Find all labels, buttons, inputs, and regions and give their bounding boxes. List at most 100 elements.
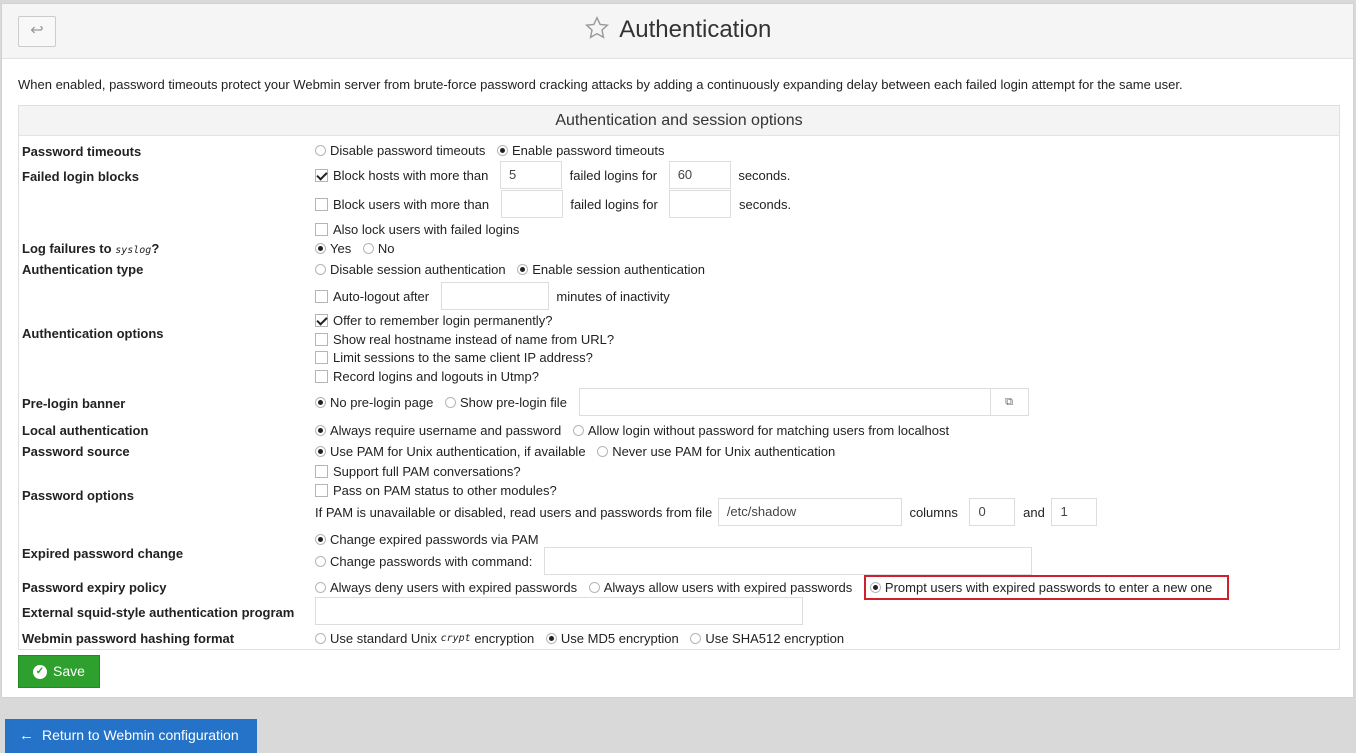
row-pass-pam: Pass on PAM status to other modules? (315, 482, 565, 498)
auto-logout-label: Auto-logout after (333, 288, 430, 304)
row-pre-login-banner: No pre-login page Show pre-login file ⧉ (315, 388, 1029, 416)
remember-login-checkbox[interactable] (315, 314, 328, 328)
columns-label: columns (909, 504, 958, 520)
label-password-options: Password options (22, 488, 134, 503)
columns-input[interactable]: 0 (969, 498, 1016, 526)
real-hostname-checkbox[interactable] (315, 333, 328, 347)
lock-users-checkbox[interactable] (315, 223, 328, 237)
label-pre-login-banner: Pre-login banner (22, 396, 126, 411)
row-remember-login: Offer to remember login permanently? (315, 312, 560, 328)
always-allow-label: Always allow users with expired password… (603, 580, 853, 596)
options-table: Authentication and session options Passw… (18, 105, 1340, 650)
row-auto-logout: Auto-logout after minutes of inactivity (315, 282, 678, 310)
label-password-expiry-policy: Password expiry policy (22, 580, 167, 595)
change-via-pam-label: Change expired passwords via PAM (330, 532, 539, 548)
row-log-failures: Yes No (315, 240, 402, 256)
enable-timeouts-radio[interactable] (496, 145, 508, 157)
block-users-checkbox[interactable] (315, 197, 328, 211)
pass-pam-checkbox[interactable] (315, 484, 328, 498)
always-deny-radio[interactable] (315, 582, 326, 594)
failed-logins-for-label: failed logins for (569, 167, 658, 183)
page-header: ↩ Authentication (2, 4, 1353, 59)
file-chooser-icon[interactable]: ⧉ (990, 388, 1029, 416)
log-failures-text: Log failures to (22, 241, 112, 256)
enable-timeouts-label: Enable password timeouts (511, 143, 665, 159)
row-lock-users: Also lock users with failed logins (315, 221, 527, 237)
change-command-radio[interactable] (315, 555, 326, 567)
label-hashing-format: Webmin password hashing format (22, 631, 235, 646)
no-prelogin-radio[interactable] (315, 396, 326, 408)
show-prelogin-radio[interactable] (444, 396, 456, 408)
allow-without-radio[interactable] (572, 425, 584, 437)
log-yes-radio[interactable] (315, 243, 326, 255)
sha512-label: Use SHA512 encryption (705, 631, 845, 647)
squid-program-input[interactable] (315, 597, 803, 625)
seconds-label: seconds. (738, 167, 791, 183)
row-block-hosts: Block hosts with more than 5 failed logi… (315, 161, 798, 189)
block-hosts-label: Block hosts with more than (333, 167, 489, 183)
log-yes-label: Yes (330, 241, 352, 257)
block-users-seconds-input[interactable] (669, 190, 732, 218)
show-prelogin-label: Show pre-login file (459, 394, 567, 410)
block-users-label: Block users with more than (333, 196, 490, 212)
enable-session-radio[interactable] (517, 264, 529, 276)
block-hosts-checkbox[interactable] (315, 168, 328, 182)
star-icon[interactable] (584, 15, 610, 44)
label-password-source: Password source (22, 444, 130, 459)
row-local-authentication: Always require username and password All… (315, 422, 957, 438)
label-log-failures: Log failures to syslog? (22, 241, 159, 256)
full-pam-checkbox[interactable] (315, 465, 328, 479)
use-pam-radio[interactable] (315, 446, 326, 458)
pam-unavailable-label: If PAM is unavailable or disabled, read … (315, 504, 713, 520)
command-input[interactable] (543, 547, 1032, 575)
row-hashing-format: Use standard Unix crypt encryption Use M… (315, 630, 852, 646)
block-users-count-input[interactable] (500, 190, 563, 218)
always-require-label: Always require username and password (330, 423, 562, 439)
use-pam-label: Use PAM for Unix authentication, if avai… (330, 444, 586, 460)
block-hosts-count-input[interactable]: 5 (499, 161, 562, 189)
log-failures-qmark: ? (151, 241, 160, 256)
sha512-radio[interactable] (690, 633, 702, 645)
label-expired-password-change: Expired password change (22, 546, 184, 561)
standard-crypt-radio[interactable] (315, 633, 326, 645)
full-pam-label: Support full PAM conversations? (333, 464, 521, 480)
disable-timeouts-radio[interactable] (315, 145, 326, 157)
auto-logout-checkbox[interactable] (315, 289, 328, 303)
row-change-via-pam: Change expired passwords via PAM (315, 531, 547, 547)
row-authentication-type: Disable session authentication Enable se… (315, 261, 713, 277)
change-via-pam-radio[interactable] (315, 534, 326, 546)
disable-session-radio[interactable] (315, 264, 326, 276)
return-button[interactable]: ← Return to Webmin configuration (5, 719, 257, 753)
never-pam-radio[interactable] (597, 446, 609, 458)
row-password-source: Use PAM for Unix authentication, if avai… (315, 443, 843, 459)
and-label: and (1023, 504, 1045, 520)
prelogin-file-input[interactable] (578, 388, 991, 416)
md5-label: Use MD5 encryption (560, 631, 679, 647)
always-require-radio[interactable] (315, 425, 326, 437)
row-pam-unavailable: If PAM is unavailable or disabled, read … (315, 498, 1101, 526)
shadow-file-input[interactable]: /etc/shadow (717, 498, 902, 526)
save-label: Save (53, 663, 85, 679)
row-record-logins: Record logins and logouts in Utmp? (315, 368, 547, 384)
page-title: Authentication (619, 15, 772, 43)
syslog-code: syslog (115, 245, 152, 256)
section-title: Authentication and session options (19, 106, 1339, 136)
record-logins-checkbox[interactable] (315, 370, 328, 384)
limit-sessions-label: Limit sessions to the same client IP add… (333, 350, 593, 366)
row-password-timeouts: Disable password timeouts Enable passwor… (315, 142, 672, 158)
return-label: Return to Webmin configuration (42, 727, 239, 743)
record-logins-label: Record logins and logouts in Utmp? (333, 369, 539, 385)
arrow-left-icon: ← (19, 727, 34, 744)
label-authentication-options: Authentication options (22, 326, 164, 341)
save-button[interactable]: ✓ Save (18, 655, 100, 688)
always-allow-radio[interactable] (588, 582, 600, 594)
title-area: Authentication (2, 15, 1353, 44)
and-input[interactable]: 1 (1051, 498, 1098, 526)
log-no-radio[interactable] (362, 243, 374, 255)
disable-timeouts-label: Disable password timeouts (330, 143, 486, 159)
block-hosts-seconds-input[interactable]: 60 (668, 161, 731, 189)
standard-crypt-label-b: encryption (474, 631, 535, 647)
auto-logout-input[interactable] (440, 282, 549, 310)
md5-radio[interactable] (545, 633, 557, 645)
limit-sessions-checkbox[interactable] (315, 351, 328, 365)
